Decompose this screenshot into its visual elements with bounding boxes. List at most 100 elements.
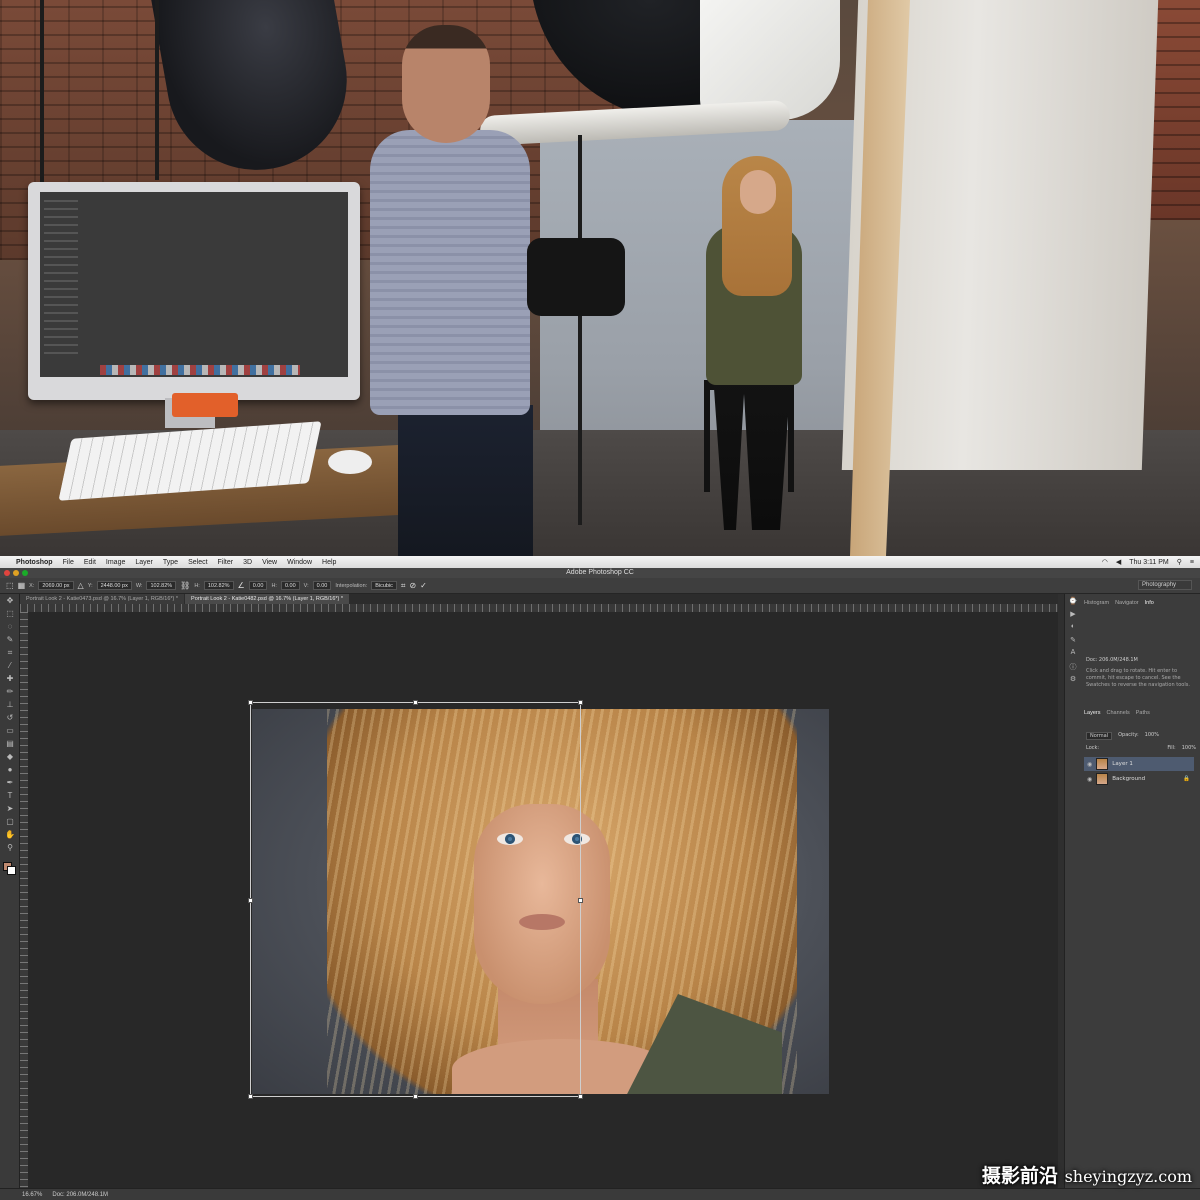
- hskew-field[interactable]: 0.00: [280, 581, 300, 590]
- menu-type[interactable]: Type: [163, 559, 178, 566]
- menu-window[interactable]: Window: [287, 559, 312, 566]
- doc-size[interactable]: Doc: 206.0M/248.1M: [52, 1192, 108, 1198]
- x-field[interactable]: 2069.00 px: [38, 581, 74, 590]
- quick-select-icon[interactable]: ✎: [3, 634, 17, 646]
- lasso-tool-icon[interactable]: ◌: [3, 621, 17, 633]
- wifi-icon[interactable]: ◠: [1102, 558, 1108, 566]
- history-brush-icon[interactable]: ↺: [3, 712, 17, 724]
- width-field[interactable]: 102.82%: [146, 581, 177, 590]
- light-stand-left: [40, 0, 44, 190]
- menu-layer[interactable]: Layer: [135, 559, 153, 566]
- layer-row-layer-1[interactable]: ◉ Layer 1: [1084, 757, 1194, 771]
- play-icon[interactable]: ▶: [1067, 610, 1079, 620]
- visibility-eye-icon[interactable]: ◉: [1087, 761, 1092, 768]
- menu-3d[interactable]: 3D: [243, 559, 252, 566]
- hand-tool-icon[interactable]: ✋: [3, 829, 17, 841]
- transform-handle-bottom[interactable]: [413, 1094, 418, 1099]
- tab-layers[interactable]: Layers: [1084, 710, 1101, 716]
- notifications-icon[interactable]: ≡: [1190, 559, 1194, 566]
- light-stand: [578, 135, 582, 525]
- interpolation-select[interactable]: Bicubic: [371, 581, 397, 590]
- info-panel: Doc: 206.0M/248.1M Click and drag to rot…: [1086, 605, 1196, 689]
- vertical-ruler[interactable]: [20, 612, 28, 1188]
- transform-handle-left[interactable]: [248, 898, 253, 903]
- path-select-icon[interactable]: ➤: [3, 803, 17, 815]
- type-tool-icon[interactable]: T: [3, 790, 17, 802]
- zoom-level[interactable]: 16.67%: [22, 1192, 42, 1198]
- transform-handle-right[interactable]: [578, 898, 583, 903]
- menu-view[interactable]: View: [262, 559, 277, 566]
- gradient-tool-icon[interactable]: ▤: [3, 738, 17, 750]
- studio-photo: [0, 0, 1200, 556]
- move-tool-icon[interactable]: ✥: [3, 595, 17, 607]
- zoom-tool-icon[interactable]: ⚲: [3, 842, 17, 854]
- layer-name[interactable]: Layer 1: [1112, 761, 1133, 767]
- free-transform-bounding-box[interactable]: [248, 700, 583, 1099]
- adjustments-icon[interactable]: ◐: [1067, 623, 1079, 633]
- transform-handle-bottom-right[interactable]: [578, 1094, 583, 1099]
- minimize-icon[interactable]: [13, 570, 19, 576]
- cancel-icon[interactable]: ⊘: [409, 581, 416, 590]
- transform-tool-icon[interactable]: ⬚: [6, 581, 14, 590]
- lock-icon[interactable]: 🔒: [1183, 776, 1190, 782]
- healing-brush-icon[interactable]: ✚: [3, 673, 17, 685]
- volume-icon[interactable]: ◀: [1116, 558, 1121, 566]
- transform-handle-top[interactable]: [413, 700, 418, 705]
- zoom-icon[interactable]: [22, 570, 28, 576]
- marquee-tool-icon[interactable]: ⬚: [3, 608, 17, 620]
- warp-icon[interactable]: ⌗: [401, 581, 406, 591]
- menu-file[interactable]: File: [63, 559, 74, 566]
- monitor-screen: [40, 192, 348, 377]
- history-icon[interactable]: ⌚: [1067, 597, 1079, 607]
- transform-handle-top-left[interactable]: [248, 700, 253, 705]
- fill-field[interactable]: 100%: [1182, 745, 1196, 751]
- brush-panel-icon[interactable]: ✎: [1067, 636, 1079, 646]
- transform-handle-top-right[interactable]: [578, 700, 583, 705]
- crop-tool-icon[interactable]: ⌗: [3, 647, 17, 659]
- properties-icon[interactable]: ⚙: [1067, 675, 1079, 685]
- dodge-tool-icon[interactable]: ●: [3, 764, 17, 776]
- tab-paths[interactable]: Paths: [1136, 710, 1150, 716]
- pen-tool-icon[interactable]: ✒: [3, 777, 17, 789]
- y-field[interactable]: 2448.00 px: [96, 581, 132, 590]
- angle-field[interactable]: 0.00: [248, 581, 268, 590]
- spotlight-icon[interactable]: ⚲: [1177, 558, 1182, 566]
- brush-tool-icon[interactable]: ✏: [3, 686, 17, 698]
- clock[interactable]: Thu 3:11 PM: [1129, 559, 1169, 566]
- opacity-field[interactable]: 100%: [1145, 732, 1159, 740]
- layer-row-background[interactable]: ◉ Background 🔒: [1084, 772, 1194, 786]
- layer-name[interactable]: Background: [1112, 776, 1145, 782]
- reference-point-icon[interactable]: ▦: [18, 581, 26, 590]
- menu-select[interactable]: Select: [188, 559, 207, 566]
- menu-edit[interactable]: Edit: [84, 559, 96, 566]
- commit-icon[interactable]: ✓: [420, 581, 427, 590]
- delta-icon[interactable]: △: [78, 581, 84, 590]
- info-icon[interactable]: ⓘ: [1067, 662, 1079, 672]
- hskew-label: H:: [271, 582, 277, 589]
- eyedropper-icon[interactable]: ⁄: [3, 660, 17, 672]
- menu-help[interactable]: Help: [322, 559, 336, 566]
- tab-katie0482[interactable]: Portrait Look 2 - Katie0482.psd @ 16.7% …: [185, 594, 350, 604]
- y-label: Y:: [87, 582, 93, 589]
- link-icon[interactable]: ⛓: [180, 581, 190, 590]
- horizontal-ruler[interactable]: [20, 604, 1058, 612]
- menu-image[interactable]: Image: [106, 559, 125, 566]
- watermark-url: sheyingzyz.com: [1064, 1167, 1192, 1186]
- visibility-eye-icon[interactable]: ◉: [1087, 776, 1092, 783]
- transform-handle-bottom-left[interactable]: [248, 1094, 253, 1099]
- character-icon[interactable]: A: [1067, 649, 1079, 659]
- tab-channels[interactable]: Channels: [1107, 710, 1130, 716]
- close-icon[interactable]: [4, 570, 10, 576]
- menu-app-name[interactable]: Photoshop: [16, 559, 53, 566]
- clone-stamp-icon[interactable]: ⊥: [3, 699, 17, 711]
- blur-tool-icon[interactable]: ◆: [3, 751, 17, 763]
- tab-katie0473[interactable]: Portrait Look 2 - Katie0473.psd @ 16.7% …: [20, 594, 185, 604]
- eraser-icon[interactable]: ▭: [3, 725, 17, 737]
- height-field[interactable]: 102.82%: [203, 581, 234, 590]
- shape-tool-icon[interactable]: ▢: [3, 816, 17, 828]
- background-color-swatch[interactable]: [7, 866, 16, 875]
- workspace-switcher[interactable]: Photography: [1138, 580, 1192, 590]
- blend-mode-select[interactable]: Normal: [1086, 732, 1113, 740]
- vskew-field[interactable]: 0.00: [312, 581, 332, 590]
- menu-filter[interactable]: Filter: [218, 559, 234, 566]
